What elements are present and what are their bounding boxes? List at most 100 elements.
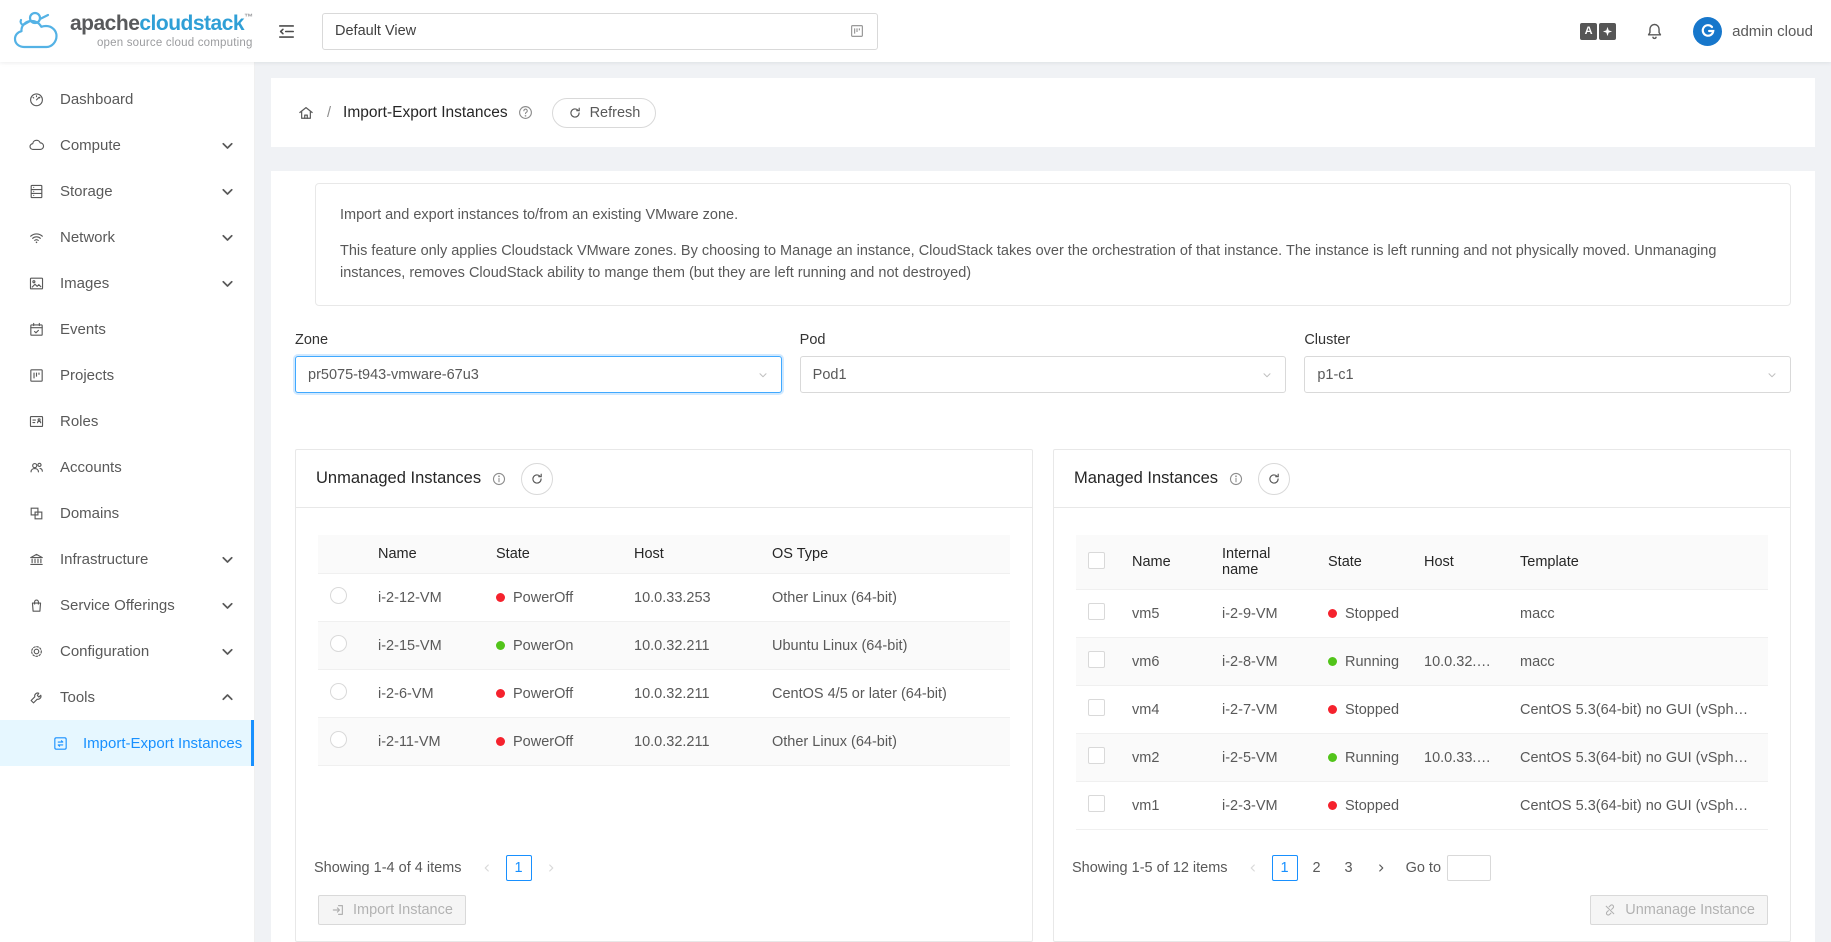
state-dot [1328, 801, 1337, 810]
page-number-1[interactable]: 1 [506, 855, 532, 881]
col-name: Name [366, 535, 484, 574]
chevron-up-icon [219, 689, 236, 706]
menu-fold-icon[interactable] [277, 22, 296, 41]
sidebar-item-images[interactable]: Images [0, 260, 254, 306]
col-internal-name: Internal name [1210, 535, 1316, 590]
project-icon [28, 367, 45, 384]
sidebar-item-tools[interactable]: Tools [0, 674, 254, 720]
row-checkbox[interactable] [1088, 747, 1105, 764]
sidebar-item-accounts[interactable]: Accounts [0, 444, 254, 490]
notifications-bell-icon[interactable] [1644, 21, 1665, 42]
main-content: / Import-Export Instances Refresh Import… [255, 62, 1831, 942]
sidebar-item-configuration[interactable]: Configuration [0, 628, 254, 674]
table-row: vm4 i-2-7-VM Stopped CentOS 5.3(64-bit) … [1076, 686, 1768, 734]
import-instance-button[interactable]: Import Instance [318, 895, 466, 925]
table-row: vm1 i-2-3-VM Stopped CentOS 5.3(64-bit) … [1076, 782, 1768, 830]
sidebar-item-import-export-instances[interactable]: Import-Export Instances [0, 720, 254, 766]
managed-items-summary: Showing 1-5 of 12 items [1072, 860, 1228, 876]
sidebar-item-compute[interactable]: Compute [0, 122, 254, 168]
page-number-2[interactable]: 2 [1304, 855, 1330, 881]
info-circle-icon[interactable] [491, 471, 507, 487]
unmanage-instance-button[interactable]: Unmanage Instance [1590, 895, 1768, 925]
import-icon [331, 903, 345, 917]
bank-icon [28, 551, 45, 568]
managed-refresh-button[interactable] [1258, 463, 1290, 495]
row-checkbox[interactable] [1088, 699, 1105, 716]
cloud-icon [28, 137, 45, 154]
row-checkbox[interactable] [1088, 651, 1105, 668]
row-radio[interactable] [330, 587, 347, 604]
sidebar-item-events[interactable]: Events [0, 306, 254, 352]
sidebar-item-roles[interactable]: Roles [0, 398, 254, 444]
goto-page-input[interactable] [1447, 855, 1491, 881]
sidebar-item-projects[interactable]: Projects [0, 352, 254, 398]
prev-page-button[interactable] [474, 855, 500, 881]
database-icon [28, 183, 45, 200]
managed-instances-table: Name Internal name State Host Template v… [1076, 535, 1768, 830]
sidebar-item-service-offerings[interactable]: Service Offerings [0, 582, 254, 628]
zone-select[interactable]: pr5075-t943-vmware-67u3 [295, 356, 782, 393]
next-page-button[interactable] [538, 855, 564, 881]
translate-icon[interactable]: A [1580, 23, 1616, 40]
chevron-down-icon [219, 551, 236, 568]
unmanaged-pagination: Showing 1-4 of 4 items 1 [314, 855, 1014, 881]
page-number-3[interactable]: 3 [1336, 855, 1362, 881]
page-number-1[interactable]: 1 [1272, 855, 1298, 881]
sidebar-item-storage[interactable]: Storage [0, 168, 254, 214]
brand-name-apache: apache [70, 12, 139, 35]
col-host: Host [622, 535, 760, 574]
sidebar-item-domains[interactable]: Domains [0, 490, 254, 536]
col-template: Template [1508, 535, 1768, 590]
select-all-checkbox[interactable] [1088, 552, 1105, 569]
sidebar-item-infrastructure[interactable]: Infrastructure [0, 536, 254, 582]
unmanaged-refresh-button[interactable] [521, 463, 553, 495]
table-row: i-2-12-VM PowerOff 10.0.33.253 Other Lin… [318, 574, 1010, 622]
info-circle-icon[interactable] [1228, 471, 1244, 487]
row-checkbox[interactable] [1088, 795, 1105, 812]
user-menu[interactable]: admin cloud [1693, 17, 1813, 46]
unmanaged-instances-table: Name State Host OS Type i-2-12-VM PowerO… [318, 535, 1010, 766]
wifi-icon [28, 229, 45, 246]
sidebar-item-dashboard[interactable]: Dashboard [0, 76, 254, 122]
tool-icon [28, 689, 45, 706]
reload-icon [568, 106, 582, 120]
unmanaged-items-summary: Showing 1-4 of 4 items [314, 860, 462, 876]
state-dot [496, 641, 505, 650]
calendar-icon [28, 321, 45, 338]
next-page-button[interactable] [1368, 855, 1394, 881]
breadcrumb-separator: / [327, 105, 331, 121]
prev-page-button[interactable] [1240, 855, 1266, 881]
sidebar-item-network[interactable]: Network [0, 214, 254, 260]
question-circle-icon[interactable] [517, 104, 534, 121]
row-radio[interactable] [330, 635, 347, 652]
project-view-icon [849, 23, 865, 39]
row-radio[interactable] [330, 683, 347, 700]
managed-instances-panel: Managed Instances Name Internal [1053, 449, 1791, 942]
block-icon [28, 505, 45, 522]
state-dot [496, 737, 505, 746]
pod-filter: Pod Pod1 [800, 332, 1287, 393]
state-dot [1328, 705, 1337, 714]
pod-select[interactable]: Pod1 [800, 356, 1287, 393]
description-line-2: This feature only applies Cloudstack VMw… [340, 241, 1766, 285]
table-row: vm6 i-2-8-VM Running 10.0.32.211 macc [1076, 638, 1768, 686]
col-name: Name [1120, 535, 1210, 590]
cluster-select[interactable]: p1-c1 [1304, 356, 1791, 393]
view-selector[interactable]: Default View [322, 13, 878, 50]
shopping-icon [28, 597, 45, 614]
col-state: State [1316, 535, 1412, 590]
cloudstack-monkey-icon [10, 9, 62, 53]
row-checkbox[interactable] [1088, 603, 1105, 620]
user-avatar [1693, 17, 1722, 46]
row-radio[interactable] [330, 731, 347, 748]
gear-icon [28, 643, 45, 660]
brand-tagline: open source cloud computing [70, 38, 253, 50]
chevron-down-icon [219, 275, 236, 292]
reload-icon [530, 472, 544, 486]
chevron-down-icon [219, 137, 236, 154]
state-dot [1328, 609, 1337, 618]
home-icon[interactable] [297, 104, 315, 122]
refresh-button[interactable]: Refresh [552, 98, 657, 128]
filter-row: Zone pr5075-t943-vmware-67u3 Pod Pod1 Cl… [295, 332, 1791, 393]
chevron-right-icon [545, 862, 557, 874]
